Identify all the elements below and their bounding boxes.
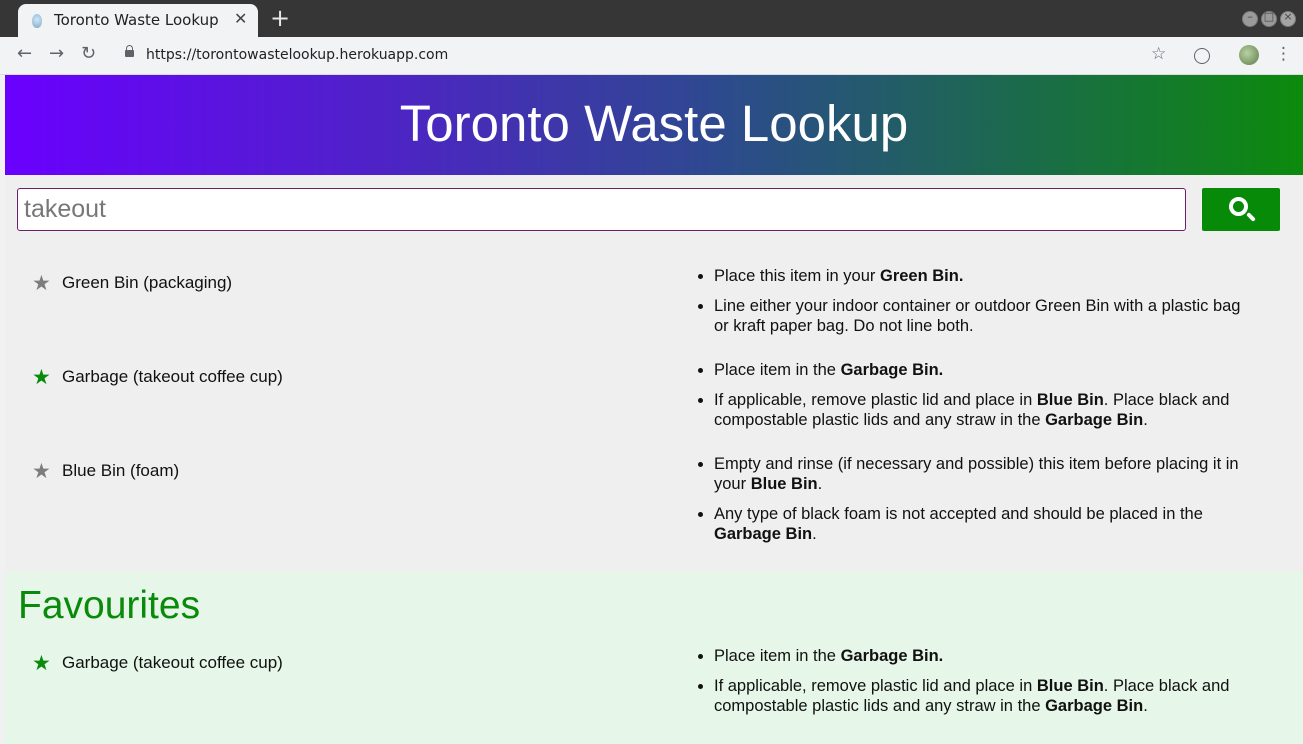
favicon-icon xyxy=(32,14,42,28)
favourite-star-icon[interactable]: ★ xyxy=(32,273,51,294)
instruction-item: Place item in the Garbage Bin. xyxy=(714,646,1256,666)
forward-icon[interactable]: → xyxy=(49,43,64,64)
back-icon[interactable]: ← xyxy=(17,43,32,64)
item-name: Blue Bin (foam) xyxy=(62,461,180,480)
extension-icon[interactable] xyxy=(1194,48,1210,64)
favourites-title: Favourites xyxy=(18,584,201,627)
item-instructions: Place item in the Garbage Bin. If applica… xyxy=(696,646,1256,726)
browser-tab[interactable]: Toronto Waste Lookup ✕ xyxy=(18,4,258,37)
close-window-button[interactable]: × xyxy=(1280,10,1296,27)
page-content: Toronto Waste Lookup ★ Green Bin (packagi… xyxy=(5,75,1303,744)
favourite-star-icon[interactable]: ★ xyxy=(32,367,51,388)
instruction-item: If applicable, remove plastic lid and pl… xyxy=(714,676,1256,716)
instruction-item: Place item in the Garbage Bin. xyxy=(714,360,1256,380)
instruction-item: Line either your indoor container or out… xyxy=(714,296,1256,336)
item-name: Green Bin (packaging) xyxy=(62,273,233,292)
item-name: Garbage (takeout coffee cup) xyxy=(62,653,283,672)
favourites-section: Favourites ★ Garbage (takeout coffee cup)… xyxy=(5,571,1303,744)
favourite-star-icon[interactable]: ★ xyxy=(32,461,51,482)
favourite-star-icon[interactable]: ★ xyxy=(32,653,51,674)
lock-icon xyxy=(125,45,134,57)
item-instructions: Empty and rinse (if necessary and possib… xyxy=(696,454,1256,554)
item-name: Garbage (takeout coffee cup) xyxy=(62,367,283,386)
tab-close-icon[interactable]: ✕ xyxy=(234,9,247,28)
instruction-item: Any type of black foam is not accepted a… xyxy=(714,504,1256,544)
instruction-item: If applicable, remove plastic lid and pl… xyxy=(714,390,1256,430)
browser-menu-icon[interactable]: ⋮ xyxy=(1275,44,1292,64)
search-input[interactable] xyxy=(17,188,1186,231)
new-tab-icon[interactable]: + xyxy=(270,4,290,32)
item-instructions: Place this item in your Green Bin. Line e… xyxy=(696,266,1256,346)
browser-toolbar: ← → ↻ https://torontowastelookup.herokua… xyxy=(0,37,1303,75)
reload-icon[interactable]: ↻ xyxy=(81,43,96,64)
page-title: Toronto Waste Lookup xyxy=(399,95,909,152)
header-banner: Toronto Waste Lookup xyxy=(5,75,1303,175)
minimize-window-button[interactable]: – xyxy=(1242,10,1258,27)
maximize-window-button[interactable]: □ xyxy=(1261,10,1277,27)
profile-avatar[interactable] xyxy=(1239,45,1259,65)
browser-tab-bar: Toronto Waste Lookup ✕ + – □ × xyxy=(0,0,1303,37)
tab-title: Toronto Waste Lookup xyxy=(54,11,219,29)
item-instructions: Place item in the Garbage Bin. If applica… xyxy=(696,360,1256,440)
instruction-item: Empty and rinse (if necessary and possib… xyxy=(714,454,1256,494)
search-button[interactable] xyxy=(1202,188,1280,231)
search-icon xyxy=(1229,197,1248,216)
instruction-item: Place this item in your Green Bin. xyxy=(714,266,1256,286)
address-bar[interactable]: https://torontowastelookup.herokuapp.com xyxy=(146,47,448,63)
bookmark-star-icon[interactable]: ☆ xyxy=(1151,44,1166,64)
